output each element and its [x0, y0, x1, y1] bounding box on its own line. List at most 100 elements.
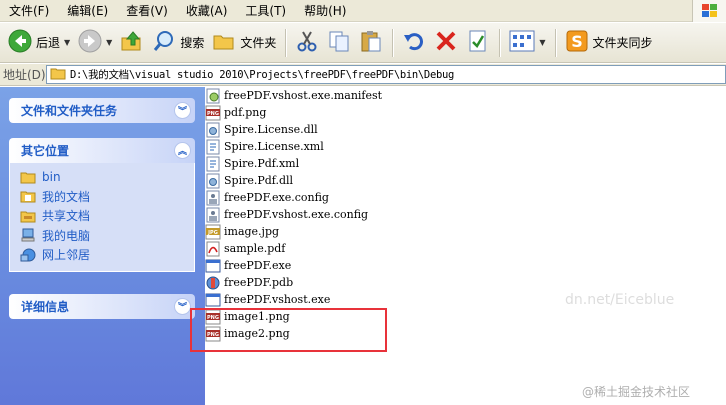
windows-logo-icon: [692, 0, 726, 22]
file-name: Spire.License.dll: [224, 123, 318, 136]
toolbar: 后退 ▼ ▼ 搜索 文件夹 ▼ S 文件夹同步: [0, 23, 726, 63]
toolbar-separator: [554, 28, 556, 57]
place-bin[interactable]: bin: [20, 167, 194, 187]
cut-button[interactable]: [291, 27, 323, 59]
views-button[interactable]: ▼: [505, 27, 549, 59]
address-bar: 地址(D) D:\我的文档\visual studio 2010\Project…: [0, 64, 726, 86]
exe-file-icon: [205, 293, 221, 306]
file-row[interactable]: Spire.Pdf.xml: [205, 155, 299, 172]
paste-button[interactable]: [355, 27, 387, 59]
menu-view[interactable]: 查看(V): [117, 0, 177, 22]
forward-arrow-icon: [78, 29, 102, 56]
views-icon: [509, 30, 535, 55]
collapse-chevron-icon[interactable]: ︽: [174, 142, 191, 159]
folder-icon: [20, 172, 36, 184]
file-name: freePDF.vshost.exe.config: [224, 208, 369, 221]
back-arrow-icon: [8, 29, 32, 56]
xml-file-icon: [206, 156, 220, 171]
menu-file[interactable]: 文件(F): [0, 0, 58, 22]
svg-text:PNG: PNG: [207, 111, 219, 117]
delete-x-icon: [434, 29, 458, 56]
folders-label: 文件夹: [240, 36, 277, 50]
menu-bar: 文件(F) 编辑(E) 查看(V) 收藏(A) 工具(T) 帮助(H): [0, 0, 726, 22]
place-my-computer[interactable]: 我的电脑: [20, 226, 194, 246]
copy-button[interactable]: [323, 27, 355, 59]
config-file-icon: [206, 190, 220, 205]
address-input[interactable]: D:\我的文档\visual studio 2010\Projects\free…: [46, 65, 726, 84]
svg-text:S: S: [571, 32, 583, 51]
dll-file-icon: [206, 173, 220, 188]
tasks-panel-title: 文件和文件夹任务: [21, 104, 118, 118]
file-row[interactable]: freePDF.vshost.exe.config: [205, 206, 368, 223]
file-name: freePDF.exe.config: [224, 191, 329, 204]
folders-button[interactable]: 文件夹: [208, 27, 280, 59]
place-my-documents[interactable]: 我的文档: [20, 187, 194, 207]
tasks-panel-header[interactable]: 文件和文件夹任务 ︾: [9, 98, 195, 123]
file-row[interactable]: freePDF.exe.config: [205, 189, 329, 206]
menu-help[interactable]: 帮助(H): [295, 0, 355, 22]
delete-button[interactable]: [430, 27, 462, 59]
views-dropdown-icon[interactable]: ▼: [539, 38, 545, 47]
menu-favorites[interactable]: 收藏(A): [177, 0, 237, 22]
jpg-file-icon: JPG: [205, 224, 221, 239]
expand-chevron-icon[interactable]: ︾: [174, 298, 191, 315]
file-row[interactable]: freePDF.vshost.exe: [205, 291, 330, 308]
forward-dropdown-icon[interactable]: ▼: [106, 38, 112, 47]
paste-icon: [359, 29, 383, 56]
place-label: 网上邻居: [42, 248, 91, 263]
file-name: freePDF.vshost.exe: [224, 293, 331, 306]
back-dropdown-icon[interactable]: ▼: [64, 38, 70, 47]
address-label: 地址(D): [3, 68, 46, 82]
search-label: 搜索: [180, 36, 205, 50]
my-computer-icon: [21, 228, 35, 242]
file-name: Spire.Pdf.dll: [224, 174, 294, 187]
shared-documents-icon: [20, 211, 36, 223]
blog-watermark: dn.net/Eiceblue: [565, 292, 675, 308]
file-name: Spire.Pdf.xml: [224, 157, 300, 170]
up-folder-button[interactable]: [116, 27, 148, 59]
back-label: 后退: [36, 36, 61, 50]
file-row[interactable]: Spire.License.dll: [205, 121, 318, 138]
forward-button[interactable]: ▼: [74, 27, 116, 59]
file-row[interactable]: JPG image.jpg: [205, 223, 279, 240]
network-places-icon: [20, 248, 36, 262]
undo-button[interactable]: [398, 27, 430, 59]
menu-tools[interactable]: 工具(T): [236, 0, 295, 22]
place-label: 共享文档: [42, 209, 91, 224]
file-row[interactable]: freePDF.exe: [205, 257, 291, 274]
file-row[interactable]: sample.pdf: [205, 240, 285, 257]
file-row[interactable]: freePDF.pdb: [205, 274, 293, 291]
file-list: freePDF.vshost.exe.manifest PNG pdf.png …: [205, 87, 726, 405]
file-name: freePDF.vshost.exe.manifest: [224, 89, 383, 102]
search-button[interactable]: 搜索: [148, 27, 208, 59]
other-places-header[interactable]: 其它位置 ︽: [9, 138, 195, 163]
menu-edit[interactable]: 编辑(E): [58, 0, 117, 22]
file-name: image.jpg: [224, 225, 280, 238]
expand-chevron-icon[interactable]: ︾: [174, 102, 191, 119]
file-row[interactable]: Spire.Pdf.dll: [205, 172, 293, 189]
properties-button[interactable]: [462, 27, 494, 59]
place-label: 我的文档: [42, 189, 91, 204]
details-panel-header[interactable]: 详细信息 ︾: [9, 294, 195, 319]
file-row[interactable]: Spire.License.xml: [205, 138, 324, 155]
file-row[interactable]: PNG pdf.png: [205, 104, 266, 121]
file-row[interactable]: freePDF.vshost.exe.manifest: [205, 87, 382, 104]
toolbar-separator: [285, 28, 287, 57]
file-name: freePDF.pdb: [224, 276, 294, 289]
place-shared-documents[interactable]: 共享文档: [20, 206, 194, 226]
community-watermark: @稀土掘金技术社区: [582, 385, 691, 399]
other-places-body: bin 我的文档 共享文档 我的电脑 网上邻居: [9, 163, 195, 272]
toolbar-separator: [499, 28, 501, 57]
toolbar-separator: [392, 28, 394, 57]
place-network[interactable]: 网上邻居: [20, 245, 194, 265]
search-icon: [152, 29, 176, 56]
folder-sync-button[interactable]: S 文件夹同步: [561, 27, 657, 59]
task-pane: 文件和文件夹任务 ︾ 其它位置 ︽ bin 我的文档 共享文档 我的电脑 网上邻…: [0, 87, 205, 405]
back-button[interactable]: 后退 ▼: [4, 27, 74, 59]
dll-file-icon: [206, 122, 220, 137]
my-documents-icon: [20, 191, 36, 203]
manifest-file-icon: [206, 88, 220, 103]
png-file-icon: PNG: [205, 105, 221, 120]
config-file-icon: [206, 207, 220, 222]
file-name: freePDF.exe: [224, 259, 292, 272]
